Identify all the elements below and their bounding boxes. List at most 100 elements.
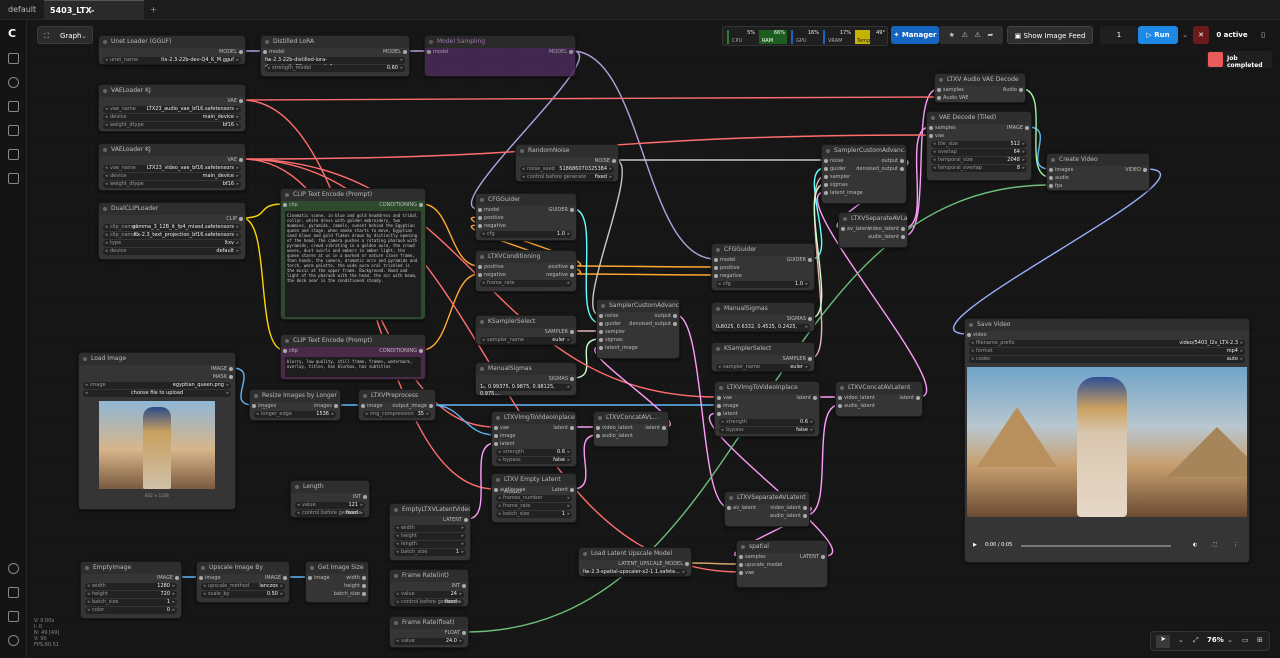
- node-widget[interactable]: control before generatefixed: [295, 510, 365, 517]
- node-title[interactable]: LTXV Empty Latent Audio: [492, 474, 576, 495]
- node-title[interactable]: LTXV Audio VAE Decode: [935, 74, 1025, 86]
- output-slot-icon[interactable]: [570, 330, 574, 334]
- node-widget[interactable]: cfg 1.0: [716, 281, 810, 288]
- node-widget[interactable]: sampler_name euler: [716, 364, 810, 371]
- output-slot-icon[interactable]: [175, 576, 179, 580]
- node-title[interactable]: LTXVImgToVideoInplace: [715, 382, 819, 394]
- output-slot-icon[interactable]: [673, 322, 677, 326]
- node-title[interactable]: EmptyLTXVLatentVideo: [390, 504, 470, 516]
- node-sca1[interactable]: SamplerCustomAdvanc... noise output guider d…: [596, 299, 680, 359]
- node-ksel1[interactable]: KSamplerSelectSAMPLER sampler_name euler: [475, 315, 577, 345]
- link-wire[interactable]: [687, 562, 741, 565]
- output-slot-icon[interactable]: [803, 514, 807, 518]
- output-slot-icon[interactable]: [570, 265, 574, 269]
- node-widget[interactable]: length: [394, 541, 466, 548]
- node-pos[interactable]: CLIP Text Encode (Prompt) clip CONDITIONIN…: [280, 188, 426, 320]
- input-slot-icon[interactable]: [717, 412, 721, 416]
- input-slot-icon[interactable]: [308, 576, 312, 580]
- node-title[interactable]: VAE Decode (Tiled): [927, 112, 1031, 124]
- output-slot-icon[interactable]: [813, 396, 817, 400]
- input-slot-icon[interactable]: [263, 50, 267, 54]
- node-widget[interactable]: color 0: [85, 607, 177, 614]
- node-widget[interactable]: vae_name LTX23_video_vae_bf16.safetensors: [103, 165, 241, 172]
- input-slot-icon[interactable]: [739, 571, 743, 575]
- input-slot-icon[interactable]: [967, 333, 971, 337]
- volume-icon[interactable]: ◐: [1193, 542, 1197, 548]
- output-slot-icon[interactable]: [403, 50, 407, 54]
- input-slot-icon[interactable]: [494, 488, 498, 492]
- input-slot-icon[interactable]: [739, 555, 743, 559]
- input-slot-icon[interactable]: [1049, 168, 1053, 172]
- node-widget[interactable]: noise_seed 518686070325384: [520, 166, 614, 173]
- output-slot-icon[interactable]: [821, 555, 825, 559]
- node-title[interactable]: SamplerCustomAdvanc...: [597, 300, 679, 312]
- input-slot-icon[interactable]: [252, 404, 256, 408]
- node-widget[interactable]: value 24: [394, 591, 464, 598]
- node-title[interactable]: EmptyImage: [81, 562, 181, 574]
- node-widget[interactable]: control before generatefixed: [394, 599, 464, 606]
- input-slot-icon[interactable]: [478, 208, 482, 212]
- node-widget[interactable]: control before generatefixed: [520, 174, 614, 181]
- node-ittv2[interactable]: LTXVImgToVideoInplace vae latent image laten…: [714, 381, 820, 437]
- node-msig2[interactable]: ManualSigmasSIGMASBETA0.8025, 0.6332, 0.…: [711, 302, 815, 332]
- output-slot-icon[interactable]: [808, 258, 812, 262]
- node-length[interactable]: LengthINT value 121 control before generate…: [290, 480, 370, 518]
- output-slot-icon[interactable]: [1143, 168, 1147, 172]
- output-slot-icon[interactable]: [283, 576, 287, 580]
- node-title[interactable]: Frame Rate(float): [390, 617, 468, 629]
- node-title[interactable]: ManualSigmas: [712, 303, 814, 315]
- node-ittv1[interactable]: LTXVImgToVideoInplace vae latent image laten…: [491, 411, 577, 467]
- node-widget[interactable]: upscale_method lanczos: [201, 583, 285, 590]
- node-widget[interactable]: bypass false: [496, 457, 572, 464]
- input-slot-icon[interactable]: [824, 159, 828, 163]
- pointer-tool-icon[interactable]: ➤: [1156, 635, 1170, 648]
- node-title[interactable]: LTXVConcatAVL...: [594, 412, 668, 424]
- node-widget[interactable]: format mp4: [969, 348, 1245, 355]
- node-concat2[interactable]: LTXVConcatAVLatent video_latent latent audi…: [835, 381, 923, 417]
- graph-menu-button[interactable]: ⛶ Graph ⌄: [37, 26, 93, 44]
- node-widget[interactable]: ltx-2.3-22b-distilled-lora-dynamic_fro09…: [265, 57, 405, 70]
- node-widget[interactable]: temporal_overlap 8: [931, 165, 1027, 172]
- node-widget[interactable]: scale_by 0.50: [201, 591, 285, 598]
- node-widget[interactable]: unet_name ltx-2.3-22b-dev-Q4_K_M.gguf: [103, 57, 241, 64]
- input-slot-icon[interactable]: [727, 506, 731, 510]
- link-wire[interactable]: [421, 273, 480, 351]
- input-slot-icon[interactable]: [283, 349, 287, 353]
- node-widget[interactable]: cfg 1.0: [480, 231, 572, 238]
- output-slot-icon[interactable]: [229, 367, 233, 371]
- output-slot-icon[interactable]: [662, 426, 666, 430]
- output-slot-icon[interactable]: [570, 273, 574, 277]
- node-title[interactable]: spatial: [737, 541, 827, 553]
- node-upsmodel[interactable]: Load Latent Upscale Model LATENT_UPSCALE_…: [578, 547, 692, 577]
- node-title[interactable]: CLIP Text Encode (Prompt): [281, 335, 425, 347]
- node-cfg2[interactable]: CFGGuidermodel GUIDER positive negative cfg 1…: [711, 243, 815, 291]
- node-title[interactable]: CFGGuider: [712, 244, 814, 256]
- node-widget[interactable]: device default: [103, 248, 241, 255]
- input-slot-icon[interactable]: [929, 126, 933, 130]
- output-slot-icon[interactable]: [916, 396, 920, 400]
- input-slot-icon[interactable]: [427, 50, 431, 54]
- node-widget[interactable]: strength 0.6: [719, 419, 815, 426]
- node-emptylat[interactable]: EmptyLTXVLatentVideoLATENT width height len…: [389, 503, 471, 561]
- input-slot-icon[interactable]: [478, 224, 482, 228]
- input-slot-icon[interactable]: [199, 576, 203, 580]
- node-widget[interactable]: value 121: [295, 502, 365, 509]
- output-slot-icon[interactable]: [239, 158, 243, 162]
- input-slot-icon[interactable]: [283, 203, 287, 207]
- input-slot-icon[interactable]: [714, 274, 718, 278]
- link-wire[interactable]: [572, 273, 716, 276]
- node-upscale[interactable]: Upscale Image Byimage IMAGE upscale_method…: [196, 561, 290, 603]
- node-widget[interactable]: height 720: [85, 591, 177, 598]
- node-neg[interactable]: CLIP Text Encode (Prompt) clip CONDITIONIN…: [280, 334, 426, 380]
- node-title[interactable]: Distilled LoRA: [261, 36, 409, 48]
- node-fr2[interactable]: Frame Rate(float)FLOAT value 24.0: [389, 616, 469, 648]
- input-slot-icon[interactable]: [599, 330, 603, 334]
- minimap-icon[interactable]: ▭: [1242, 636, 1249, 644]
- node-widget[interactable]: clip_name2ltx-2.3_text_projection_bf16.s…: [103, 232, 241, 239]
- node-vae2[interactable]: VAELoader KJVAEcomfyui-kjnodesvae_nameLT…: [98, 143, 246, 191]
- node-title[interactable]: CFGGuider: [476, 194, 576, 206]
- node-title[interactable]: Load Latent Upscale Model: [579, 548, 691, 560]
- manager-button[interactable]: ✦ Manager: [891, 26, 939, 44]
- node-title[interactable]: VAELoader KJ: [99, 144, 245, 156]
- input-slot-icon[interactable]: [937, 96, 941, 100]
